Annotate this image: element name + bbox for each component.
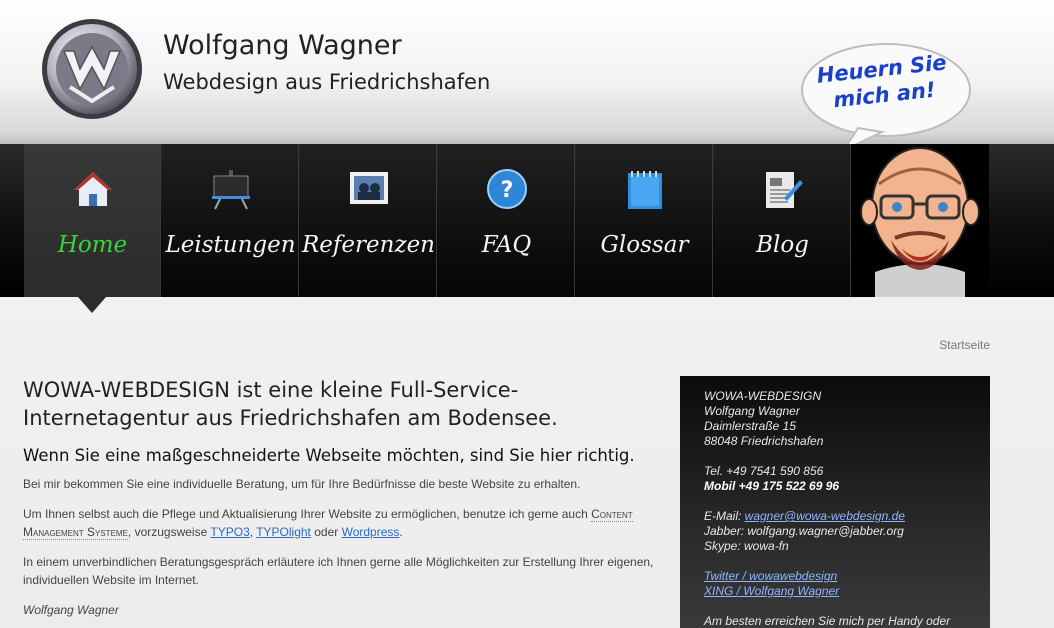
contact-email-row: E-Mail: wagner@wowa-webdesign.de (704, 509, 966, 524)
site-header: Wolfgang Wagner Webdesign aus Friedrichs… (0, 0, 1054, 152)
typo3-link[interactable]: TYPO3 (210, 525, 249, 539)
nav-item-home[interactable]: Home (24, 144, 161, 297)
nav-item-leistungen[interactable]: Leistungen (162, 144, 299, 297)
intro-paragraph: Bei mir bekommen Sie eine individuelle B… (23, 477, 581, 491)
paragraph-text: Um Ihnen selbst auch die Pflege und Aktu… (23, 507, 592, 521)
contact-phone: Tel. +49 7541 590 856 (704, 464, 824, 478)
home-icon (74, 172, 112, 206)
breadcrumb[interactable]: Startseite (939, 338, 990, 352)
typolight-link[interactable]: TYPOlight (256, 525, 311, 539)
wordpress-link[interactable]: Wordpress (342, 525, 400, 539)
help-icon: ? (487, 169, 527, 209)
nav-item-referenzen[interactable]: Referenzen (300, 144, 437, 297)
nav-label: Referenzen (301, 232, 435, 258)
contact-jabber: Jabber: wolfgang.wagner@jabber.org (704, 524, 904, 538)
nav-label: Home (57, 232, 128, 258)
active-nav-indicator (78, 297, 106, 313)
paragraph-text: oder (310, 525, 342, 539)
contact-note: Am besten erreichen Sie mich per Handy o… (704, 614, 951, 628)
cms-paragraph: Um Ihnen selbst auch die Pflege und Aktu… (23, 505, 663, 541)
nav-label: Leistungen (165, 232, 296, 258)
page-heading: WOWA-WEBDESIGN ist eine kleine Full-Serv… (23, 378, 558, 430)
svg-text:?: ? (501, 178, 514, 203)
company-name: WOWA-WEBDESIGN (704, 389, 822, 403)
signature: Wolfgang Wagner (23, 603, 119, 617)
paragraph-text: . (399, 525, 403, 539)
main-content: WOWA-WEBDESIGN ist eine kleine Full-Serv… (23, 376, 663, 619)
nav-label: Glossar (600, 232, 689, 258)
blog-icon (766, 172, 803, 208)
site-title: Wolfgang Wagner (163, 30, 402, 61)
notepad-icon (628, 171, 662, 209)
contact-sidebar: WOWA-WEBDESIGN Wolfgang Wagner Daimlerst… (680, 376, 990, 628)
nav-label: Blog (756, 232, 809, 258)
avatar (851, 144, 989, 297)
contact-name: Wolfgang Wagner (704, 404, 800, 418)
email-label: E-Mail: (704, 509, 745, 523)
wowa-logo-icon[interactable] (40, 17, 144, 121)
contact-city: 88048 Friedrichshafen (704, 434, 824, 448)
contact-mobile: Mobil +49 175 522 69 96 (704, 479, 840, 493)
site-subtitle: Webdesign aus Friedrichshafen (163, 70, 491, 94)
page-subheading: Wenn Sie eine maßgeschneiderte Webseite … (23, 446, 635, 465)
nav-item-faq[interactable]: ? FAQ (438, 144, 575, 297)
nav-item-blog[interactable]: Blog (714, 144, 851, 297)
twitter-link[interactable]: Twitter / wowawebdesign (704, 569, 837, 583)
contact-street: Daimlerstraße 15 (704, 419, 797, 433)
paragraph-text: , vorzugsweise (127, 525, 211, 539)
main-navigation: Home Leistungen Referenzen ? FAQ Glossar… (0, 144, 1054, 297)
xing-link[interactable]: XING / Wolfgang Wagner (704, 584, 839, 598)
nav-item-glossar[interactable]: Glossar (576, 144, 713, 297)
consultation-paragraph: In einem unverbindlichen Beratungsgesprä… (23, 555, 654, 587)
contact-skype: Skype: wowa-fn (704, 539, 789, 553)
email-link[interactable]: wagner@wowa-webdesign.de (745, 509, 905, 523)
nav-label: FAQ (481, 232, 532, 258)
photo-icon (350, 172, 388, 204)
easel-icon (212, 170, 250, 210)
